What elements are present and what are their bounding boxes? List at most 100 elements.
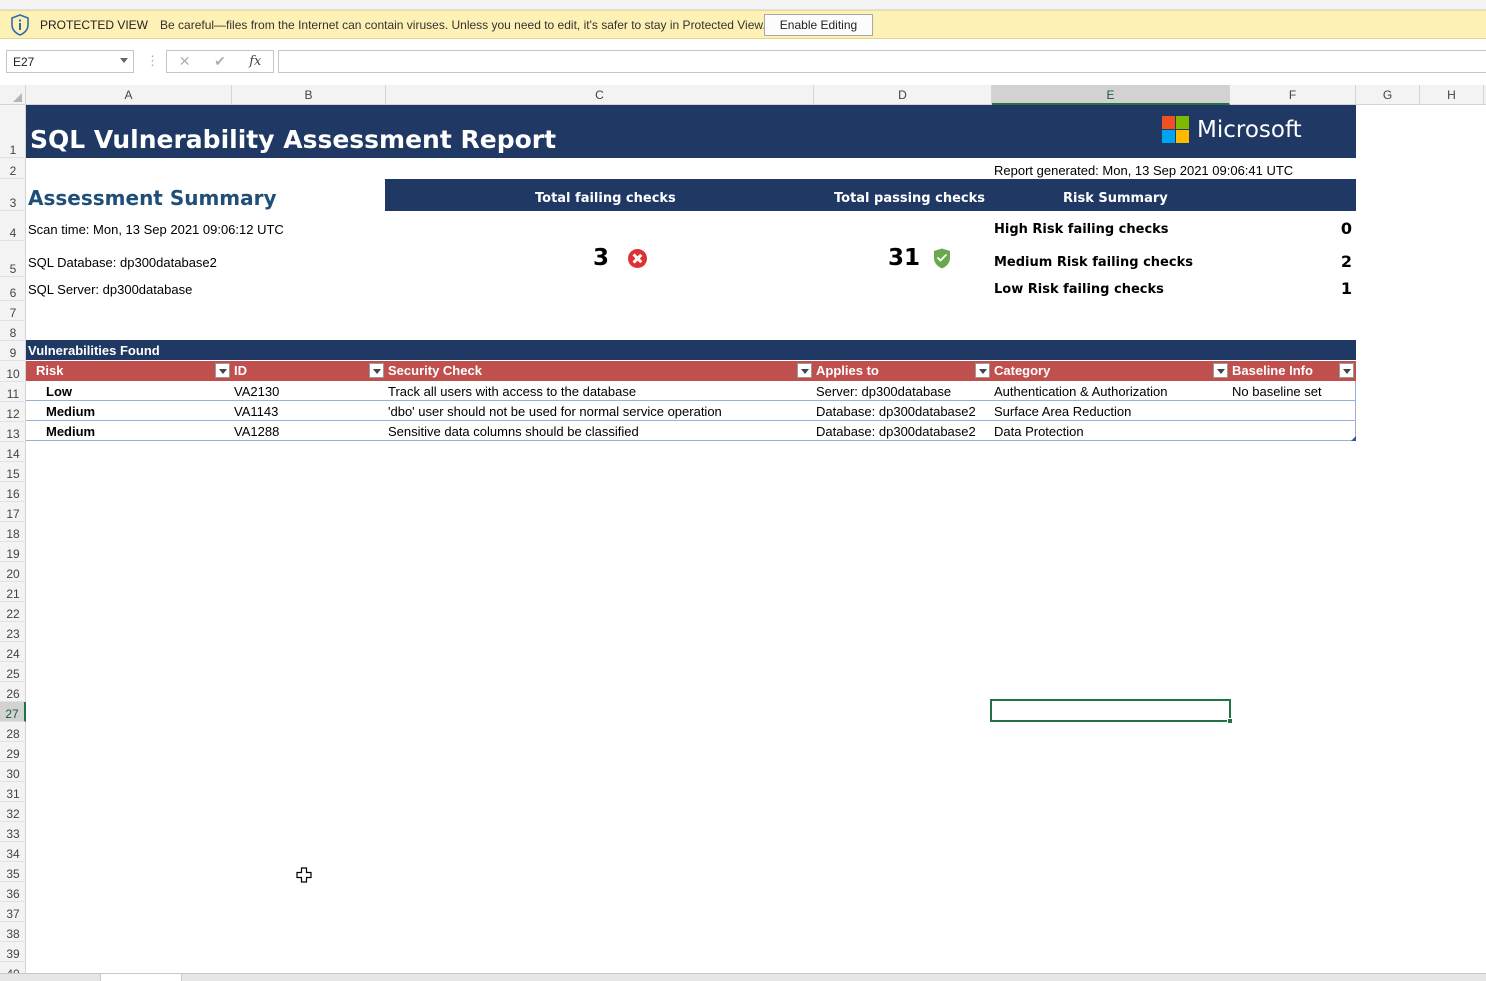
row-header-10[interactable]: 10 [0,361,26,382]
column-id: ID [234,363,247,378]
high-risk-label: High Risk failing checks [994,222,1169,237]
column-header-a[interactable]: A [26,85,232,105]
row-header-24[interactable]: 24 [0,642,26,662]
cell-category: Authentication & Authorization [994,384,1168,399]
row-header-12[interactable]: 12 [0,402,26,422]
chevron-down-icon[interactable] [120,58,128,63]
row-header-21[interactable]: 21 [0,582,26,602]
row-header-17[interactable]: 17 [0,502,26,522]
enable-editing-button[interactable]: Enable Editing [764,14,873,36]
column-header-b[interactable]: B [232,85,386,105]
column-baseline-info: Baseline Info [1232,363,1313,378]
filter-dropdown-icon[interactable] [369,363,384,378]
row-header-7[interactable]: 7 [0,301,26,321]
sheet-tabs-bar [0,973,1486,981]
row-header-8[interactable]: 8 [0,321,26,341]
row-header-33[interactable]: 33 [0,822,26,842]
row-header-36[interactable]: 36 [0,882,26,902]
row-header-14[interactable]: 14 [0,442,26,462]
row-header-31[interactable]: 31 [0,782,26,802]
active-cell-e27[interactable] [990,699,1231,722]
shield-info-icon [11,13,29,36]
row-header-19[interactable]: 19 [0,542,26,562]
row-header-29[interactable]: 29 [0,742,26,762]
row-header-11[interactable]: 11 [0,382,26,402]
enter-icon[interactable]: ✔ [202,53,237,70]
table-row[interactable]: Medium VA1143 'dbo' user should not be u… [26,401,1356,421]
row-header-1[interactable]: 1 [0,105,26,158]
risk-summary-header: Risk Summary [1063,191,1168,206]
row-header-37[interactable]: 37 [0,902,26,922]
formula-buttons: ✕ ✔ fx [166,50,274,73]
row-header-35[interactable]: 35 [0,862,26,882]
sheet-tab[interactable] [100,974,182,981]
worksheet[interactable]: SQL Vulnerability Assessment Report Micr… [26,105,1486,973]
cell-security-check: Track all users with access to the datab… [388,384,637,399]
row-header-16[interactable]: 16 [0,482,26,502]
row-header-27[interactable]: 27 [0,702,26,722]
error-circle-icon [628,249,647,268]
insert-function-icon[interactable]: fx [238,54,273,69]
column-header-e[interactable]: E [992,85,1230,105]
column-header-c[interactable]: C [386,85,814,105]
row-header-13[interactable]: 13 [0,422,26,442]
column-header-d[interactable]: D [814,85,992,105]
row-header-20[interactable]: 20 [0,562,26,582]
row-header-38[interactable]: 38 [0,922,26,942]
filter-dropdown-icon[interactable] [975,363,990,378]
more-options-icon[interactable]: ⋮ [146,53,159,69]
row-header-3[interactable]: 3 [0,179,26,211]
table-resize-handle[interactable] [1351,436,1356,441]
cell-select-cursor-icon [296,867,312,883]
cell-id: VA2130 [234,384,280,399]
row-header-4[interactable]: 4 [0,211,26,241]
microsoft-logo: Microsoft [1162,116,1302,143]
table-row[interactable]: Low VA2130 Track all users with access t… [26,381,1356,401]
table-row[interactable]: Medium VA1288 Sensitive data columns sho… [26,421,1356,441]
row-header-6[interactable]: 6 [0,277,26,301]
filter-dropdown-icon[interactable] [215,363,230,378]
row-header-34[interactable]: 34 [0,842,26,862]
row-header-32[interactable]: 32 [0,802,26,822]
row-header-30[interactable]: 30 [0,762,26,782]
row-header-22[interactable]: 22 [0,602,26,622]
row-header-18[interactable]: 18 [0,522,26,542]
cell-applies-to: Server: dp300database [816,384,952,399]
row-header-25[interactable]: 25 [0,662,26,682]
column-header-g[interactable]: G [1356,85,1420,105]
column-header-f[interactable]: F [1230,85,1356,105]
formula-input[interactable] [278,50,1486,73]
report-banner: SQL Vulnerability Assessment Report Micr… [26,105,1356,158]
protected-view-title: PROTECTED VIEW [40,17,149,32]
name-box[interactable]: E27 [6,50,134,73]
name-box-value: E27 [13,55,35,69]
medium-risk-value: 2 [1340,252,1352,271]
vulnerabilities-header-bar: Vulnerabilities Found [26,340,1356,360]
row-header-28[interactable]: 28 [0,722,26,742]
select-all-corner[interactable] [0,85,26,105]
row-header-39[interactable]: 39 [0,942,26,962]
low-risk-value: 1 [1340,279,1352,298]
column-security-check: Security Check [388,363,482,378]
protected-view-bar: PROTECTED VIEW Be careful—files from the… [0,10,1486,39]
vulnerabilities-title: Vulnerabilities Found [28,343,160,358]
filter-dropdown-icon[interactable] [797,363,812,378]
row-header-15[interactable]: 15 [0,462,26,482]
fill-handle[interactable] [1227,718,1233,724]
row-header-23[interactable]: 23 [0,622,26,642]
row-header-26[interactable]: 26 [0,682,26,702]
row-header-9[interactable]: 9 [0,341,26,361]
row-header-2[interactable]: 2 [0,158,26,179]
shield-check-icon [934,248,950,269]
cancel-icon[interactable]: ✕ [167,53,202,70]
filter-dropdown-icon[interactable] [1339,363,1354,378]
column-header-h[interactable]: H [1420,85,1484,105]
column-risk: Risk [36,363,64,378]
protected-view-message: Be careful—files from the Internet can c… [160,17,766,32]
table-border [1355,381,1356,441]
row-header-5[interactable]: 5 [0,241,26,277]
sql-database: SQL Database: dp300database2 [28,255,217,270]
filter-dropdown-icon[interactable] [1213,363,1228,378]
microsoft-logo-icon [1162,116,1189,143]
formula-bar: E27 ⋮ ✕ ✔ fx [0,39,1486,85]
